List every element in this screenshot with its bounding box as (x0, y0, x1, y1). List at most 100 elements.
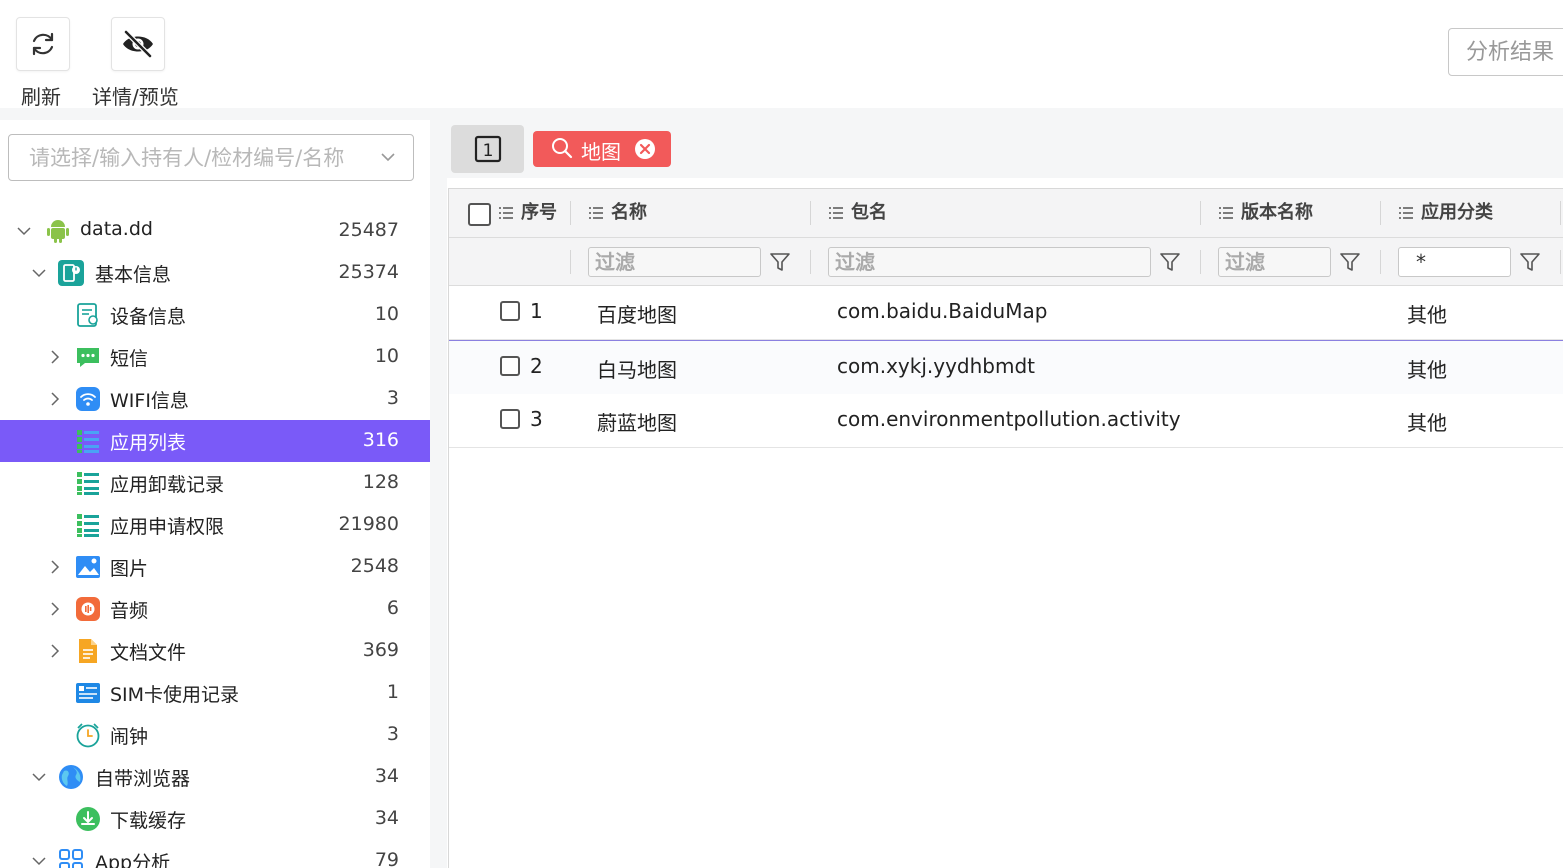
cell-name: 百度地图 (597, 303, 677, 327)
filter-icon[interactable] (769, 251, 791, 273)
tree-item-count: 316 (362, 429, 399, 451)
cell-package: com.xykj.yydhbmdt (837, 354, 1035, 378)
chevron-right-icon[interactable] (47, 559, 63, 575)
refresh-button[interactable]: 刷新 (16, 17, 70, 109)
column-divider[interactable] (1380, 201, 1381, 225)
row-checkbox[interactable] (500, 356, 520, 376)
column-header-name[interactable]: 名称 (589, 189, 647, 237)
column-divider (1380, 250, 1381, 274)
alarm-clock-icon (76, 723, 100, 748)
document-icon (79, 639, 97, 663)
device-info-icon (77, 303, 98, 327)
chevron-down-icon[interactable] (16, 223, 32, 239)
row-checkbox[interactable] (500, 409, 520, 429)
tree-item-label: 设备信息 (110, 306, 187, 328)
tree-item-app-permission[interactable]: 应用申请权限 21980 (0, 504, 430, 546)
search-tag[interactable]: 地图 (533, 131, 671, 167)
row-checkbox[interactable] (500, 301, 520, 321)
filter-icon[interactable] (1519, 251, 1541, 273)
app-uninstall-icon (77, 472, 99, 495)
column-divider[interactable] (1560, 201, 1561, 225)
package-filter-input[interactable]: 过滤 (828, 247, 1151, 277)
tree-item-count: 3 (386, 723, 399, 745)
evidence-search-input[interactable] (29, 143, 374, 173)
chevron-right-icon[interactable] (47, 349, 63, 365)
tree-item-sim-card[interactable]: SIM卡使用记录 1 (0, 672, 430, 714)
chevron-down-icon[interactable] (31, 265, 47, 281)
cell-name: 蔚蓝地图 (597, 411, 677, 435)
cell-package: com.baidu.BaiduMap (837, 299, 1048, 323)
tree-item-count: 25487 (338, 219, 399, 241)
apps-table: 序号 名称 包名 版本名称 应用分类 过滤 过滤 过滤 * 1 百度地图 com… (448, 188, 1563, 868)
column-divider (570, 250, 571, 274)
analysis-result-button[interactable]: 分析结果 (1448, 28, 1563, 76)
column-header-package[interactable]: 包名 (829, 189, 887, 237)
chevron-right-icon[interactable] (47, 643, 63, 659)
cell-category: 其他 (1407, 411, 1447, 435)
page-number-text: 1 (482, 141, 493, 161)
table-row[interactable]: 2 白马地图 com.xykj.yydhbmdt 其他 (449, 340, 1563, 395)
tree-item-wifi[interactable]: WIFI信息 3 (0, 378, 430, 420)
version-filter-input[interactable]: 过滤 (1218, 247, 1331, 277)
column-divider[interactable] (570, 201, 571, 225)
chevron-right-icon[interactable] (47, 601, 63, 617)
table-row[interactable]: 1 百度地图 com.baidu.BaiduMap 其他 (449, 286, 1563, 340)
chevron-down-icon[interactable] (379, 147, 397, 165)
list-icon (499, 207, 513, 219)
tree-item-data-dd[interactable]: data.dd 25487 (0, 210, 430, 252)
tree-item-label: 图片 (110, 558, 149, 580)
details-preview-button[interactable]: 详情/预览 (92, 17, 179, 109)
filter-icon[interactable] (1339, 251, 1361, 273)
close-icon[interactable] (634, 138, 656, 160)
page-number-button[interactable]: 1 (451, 125, 524, 173)
tree-item-count: 128 (362, 471, 399, 493)
column-divider (810, 250, 811, 274)
tree-item-device-info[interactable]: 设备信息 10 (0, 294, 430, 336)
browser-icon (59, 765, 83, 789)
details-icon-box[interactable] (111, 17, 165, 71)
table-row[interactable]: 3 蔚蓝地图 com.environmentpollution.activity… (449, 394, 1563, 448)
tree-item-browser[interactable]: 自带浏览器 34 (0, 756, 430, 798)
tree-item-basic-info[interactable]: 基本信息 25374 (0, 252, 430, 294)
category-filter-input[interactable]: * (1398, 247, 1511, 277)
column-header-label: 应用分类 (1421, 202, 1493, 223)
tree-item-count: 25374 (338, 261, 399, 283)
tree-item-sms[interactable]: 短信 10 (0, 336, 430, 378)
chevron-right-icon[interactable] (47, 391, 63, 407)
tree-item-count: 34 (374, 807, 399, 829)
table-header: 序号 名称 包名 版本名称 应用分类 (449, 189, 1563, 238)
tree-item-count: 10 (374, 345, 399, 367)
tree-item-alarm[interactable]: 闹钟 3 (0, 714, 430, 756)
select-all-checkbox[interactable] (468, 203, 491, 226)
tree-item-count: 3 (386, 387, 399, 409)
refresh-icon (32, 32, 54, 56)
search-tag-label: 地图 (581, 140, 621, 164)
audio-icon (76, 597, 100, 621)
filter-icon[interactable] (1159, 251, 1181, 273)
list-icon (829, 207, 843, 219)
name-filter-input[interactable]: 过滤 (588, 247, 761, 277)
column-divider[interactable] (1200, 201, 1201, 225)
app-permission-icon (77, 514, 99, 537)
cell-index: 3 (530, 407, 543, 431)
tree-item-download-cache[interactable]: 下载缓存 34 (0, 798, 430, 840)
cell-index: 1 (530, 299, 543, 323)
column-header-category[interactable]: 应用分类 (1399, 189, 1493, 237)
tree-item-app-analysis[interactable]: App分析 79 (0, 840, 430, 868)
tree-item-documents[interactable]: 文档文件 369 (0, 630, 430, 672)
tree-item-label: SIM卡使用记录 (110, 684, 240, 706)
refresh-icon-box[interactable] (16, 17, 70, 71)
tree-item-app-uninstall[interactable]: 应用卸载记录 128 (0, 462, 430, 504)
evidence-search-select[interactable] (8, 134, 414, 181)
tree-item-app-list[interactable]: 应用列表 316 (0, 420, 430, 462)
tree-item-images[interactable]: 图片 2548 (0, 546, 430, 588)
tree-item-audio[interactable]: 音频 6 (0, 588, 430, 630)
column-header-index[interactable]: 序号 (499, 189, 557, 237)
chevron-down-icon[interactable] (31, 853, 47, 868)
main-panel: 1 地图 序号 名称 包名 版本名称 应用分类 过滤 过滤 过滤 * 1 百度地… (447, 120, 1563, 868)
column-divider[interactable] (810, 201, 811, 225)
column-header-version[interactable]: 版本名称 (1219, 189, 1313, 237)
tree-item-label: 应用卸载记录 (110, 474, 225, 496)
chevron-down-icon[interactable] (31, 769, 47, 785)
list-icon (1219, 207, 1233, 219)
